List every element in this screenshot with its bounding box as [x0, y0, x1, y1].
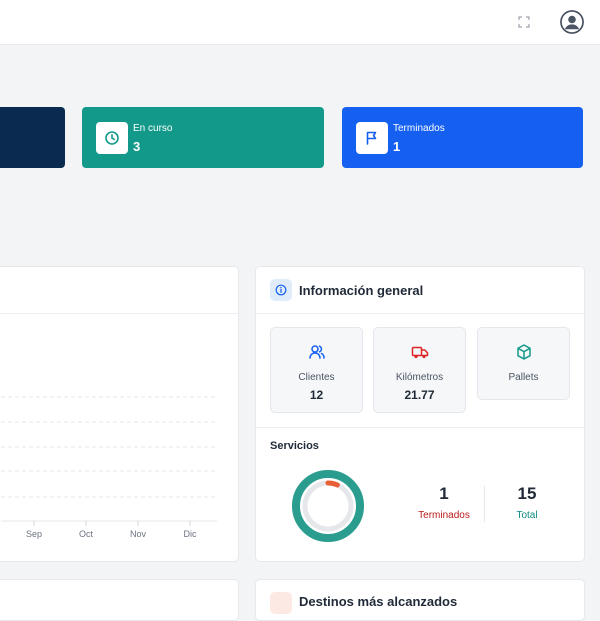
line-chart: Sep Oct Nov Dic	[1, 396, 217, 539]
services-total-label: Total	[516, 510, 538, 521]
stat-card-en-curso: En curso 3	[82, 107, 324, 168]
metric-label: Clientes	[298, 372, 335, 383]
services-finished-value: 1	[439, 484, 449, 503]
stat-label: En curso	[133, 123, 173, 134]
donut-progress-arc	[325, 480, 340, 488]
metric-label: Pallets	[508, 372, 539, 383]
panel-title: Destinos más alcanzados	[299, 594, 458, 609]
metric-pallets: Pallets	[477, 327, 570, 400]
metric-value: 21.77	[404, 388, 435, 402]
services-title: Servicios	[270, 440, 319, 452]
top-bar	[0, 0, 600, 45]
bottom-panel-destinos: Destinos más alcanzados	[255, 579, 585, 621]
divider	[256, 313, 584, 314]
metric-label: Kilómetros	[395, 372, 444, 383]
stat-card-partial	[0, 107, 65, 168]
avatar[interactable]	[560, 10, 584, 34]
divider	[256, 427, 584, 428]
truck-icon	[411, 346, 429, 359]
metric-value: 12	[309, 388, 324, 402]
chart-panel: Sep Oct Nov Dic	[0, 266, 239, 562]
info-panel: Información general Clientes 12 Kilómetr…	[255, 266, 585, 562]
box-icon	[517, 344, 531, 360]
panel-title: Información general	[299, 283, 424, 298]
stat-label: Terminados	[393, 123, 445, 134]
fullscreen-icon[interactable]	[518, 16, 530, 28]
users-icon	[309, 345, 325, 359]
services-finished-label: Terminados	[418, 510, 470, 521]
destinations-icon	[270, 592, 292, 614]
services-total-value: 15	[517, 484, 537, 503]
x-tick-label: Dic	[184, 529, 197, 539]
stat-value: 1	[393, 139, 401, 154]
x-tick-label: Nov	[130, 529, 147, 539]
user-avatar-icon	[560, 10, 584, 34]
services-donut-chart	[292, 470, 364, 542]
x-tick-label: Oct	[79, 529, 94, 539]
metric-clientes: Clientes 12	[270, 327, 363, 413]
flag-icon	[356, 122, 388, 154]
x-tick-label: Sep	[26, 529, 42, 539]
bottom-panel-left	[0, 579, 239, 621]
clock-icon	[96, 122, 128, 154]
info-icon	[270, 279, 292, 301]
stat-card-terminados: Terminados 1	[342, 107, 583, 168]
stat-value: 3	[133, 139, 141, 154]
metric-kilometros: Kilómetros 21.77	[373, 327, 466, 413]
